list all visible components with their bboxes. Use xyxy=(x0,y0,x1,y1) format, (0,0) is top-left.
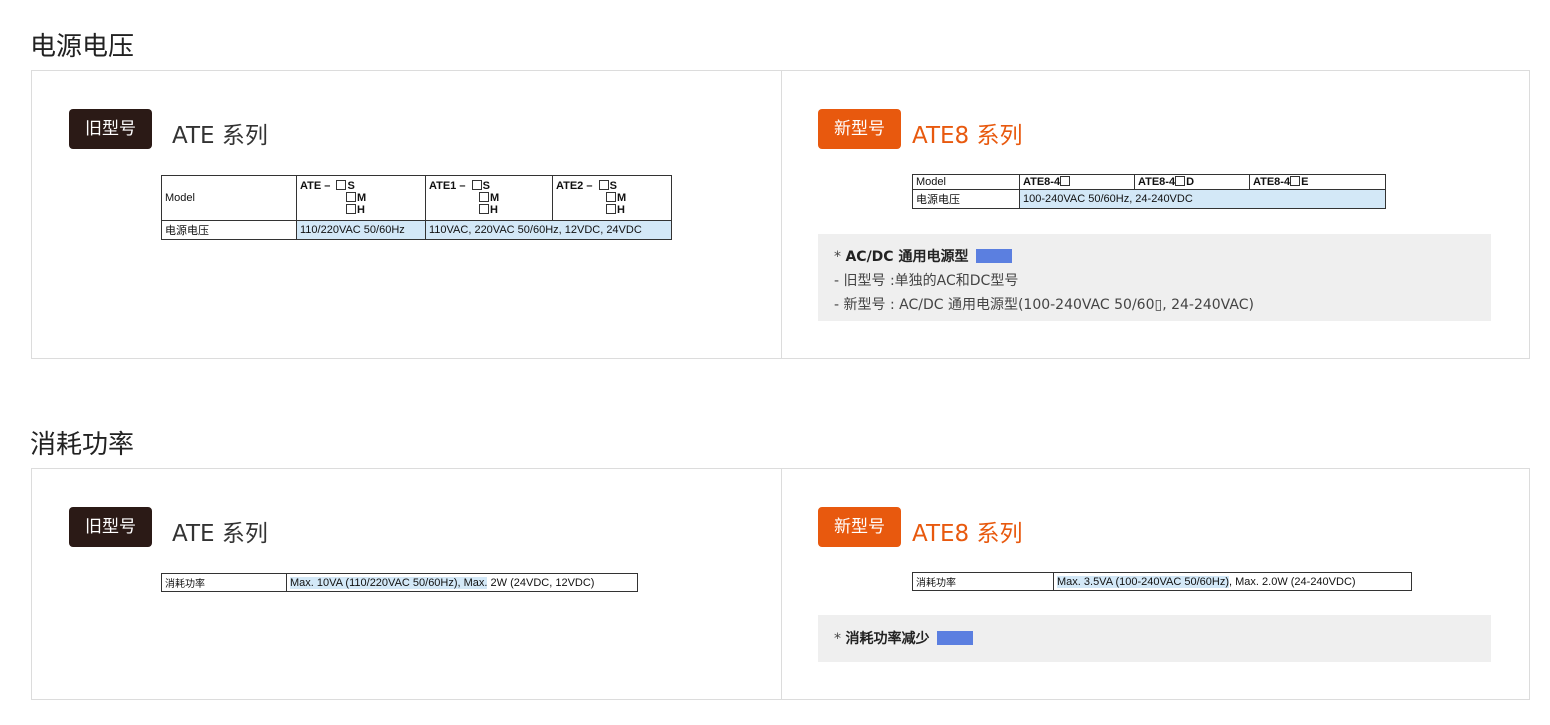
consumption-value: Max. 3.5VA (100-240VAC 50/60Hz), Max. 2.… xyxy=(1053,572,1412,591)
model-label: Model xyxy=(161,175,297,221)
note-bullet: * xyxy=(834,249,841,265)
new-model-badge: 新型号 xyxy=(818,507,901,547)
table-row: 电源电压 110/220VAC 50/60Hz 110VAC, 220VAC 5… xyxy=(161,220,672,240)
voltage-value: 110/220VAC 50/60Hz xyxy=(296,220,426,240)
section-title-power-voltage: 电源电压 xyxy=(30,32,135,62)
old-series-title: ATE 系列 xyxy=(172,123,268,149)
row-label: 消耗功率 xyxy=(912,572,1054,591)
checkbox-icon xyxy=(479,192,489,202)
checkbox-icon xyxy=(606,192,616,202)
row-label: 电源电压 xyxy=(161,220,297,240)
model-column: ATE8-4 D xyxy=(1134,174,1250,190)
checkbox-icon xyxy=(1175,176,1186,186)
consumption-note: * 消耗功率减少 xyxy=(818,615,1491,662)
old-model-column: 旧型号 ATE 系列 消耗功率 Max. 10VA (110/220VAC 50… xyxy=(32,469,782,699)
color-swatch xyxy=(937,631,974,645)
checkbox-icon xyxy=(346,204,356,214)
old-model-badge: 旧型号 xyxy=(69,109,152,149)
power-consumption-panel: 旧型号 ATE 系列 消耗功率 Max. 10VA (110/220VAC 50… xyxy=(31,468,1530,700)
voltage-value: 110VAC, 220VAC 50/60Hz, 12VDC, 24VDC xyxy=(425,220,672,240)
old-voltage-table: Model ATE – S M H ATE1 – S M H ATE2 – S … xyxy=(161,175,672,240)
note-head: 消耗功率减少 xyxy=(845,631,930,647)
model-column: ATE – S M H xyxy=(296,175,426,221)
ac-dc-note: * AC/DC 通用电源型 - 旧型号 :单独的AC和DC型号 - 新型号 : … xyxy=(818,234,1491,321)
checkbox-icon xyxy=(346,192,356,202)
new-model-column: 新型号 ATE8 系列 消耗功率 Max. 3.5VA (100-240VAC … xyxy=(781,469,1529,699)
checkbox-icon xyxy=(471,180,482,190)
new-voltage-table: Model ATE8-4 ATE8-4 D ATE8-4 E 电源电压 100-24… xyxy=(912,174,1386,209)
note-line: - 新型号 : AC/DC 通用电源型(100-240VAC 50/60▯, 2… xyxy=(834,297,1254,313)
voltage-value: 100-240VAC 50/60Hz, 24-240VDC xyxy=(1019,189,1386,209)
consumption-value: Max. 10VA (110/220VAC 50/60Hz), Max. 2W … xyxy=(286,573,638,592)
checkbox-icon xyxy=(479,204,489,214)
new-consumption-table: 消耗功率 Max. 3.5VA (100-240VAC 50/60Hz), Ma… xyxy=(912,572,1412,591)
note-bullet: * xyxy=(834,631,841,647)
old-model-column: 旧型号 ATE 系列 Model ATE – S M H ATE1 – S M … xyxy=(32,71,782,358)
old-model-badge: 旧型号 xyxy=(69,507,152,547)
checkbox-icon xyxy=(598,180,609,190)
new-model-column: 新型号 ATE8 系列 Model ATE8-4 ATE8-4 D ATE8-4 E… xyxy=(781,71,1529,358)
model-column: ATE1 – S M H xyxy=(425,175,553,221)
checkbox-icon xyxy=(1290,176,1301,186)
row-label: 电源电压 xyxy=(912,189,1020,209)
row-label: 消耗功率 xyxy=(161,573,287,592)
color-swatch xyxy=(976,249,1013,263)
model-column: ATE8-4 xyxy=(1019,174,1135,190)
power-voltage-panel: 旧型号 ATE 系列 Model ATE – S M H ATE1 – S M … xyxy=(31,70,1530,359)
model-column: ATE8-4 E xyxy=(1249,174,1386,190)
checkbox-icon xyxy=(1060,176,1071,186)
table-row: Model ATE8-4 ATE8-4 D ATE8-4 E xyxy=(912,174,1386,190)
table-row: Model ATE – S M H ATE1 – S M H ATE2 – S … xyxy=(161,175,672,221)
table-row: 电源电压 100-240VAC 50/60Hz, 24-240VDC xyxy=(912,189,1386,209)
model-label: Model xyxy=(912,174,1020,190)
new-model-badge: 新型号 xyxy=(818,109,901,149)
note-line: - 旧型号 :单独的AC和DC型号 xyxy=(834,273,1019,289)
old-series-title: ATE 系列 xyxy=(172,521,268,547)
new-series-title: ATE8 系列 xyxy=(912,521,1023,547)
section-title-power-consumption: 消耗功率 xyxy=(30,430,135,460)
checkbox-icon xyxy=(336,180,347,190)
old-consumption-table: 消耗功率 Max. 10VA (110/220VAC 50/60Hz), Max… xyxy=(161,573,638,592)
table-row: 消耗功率 Max. 3.5VA (100-240VAC 50/60Hz), Ma… xyxy=(912,572,1412,591)
checkbox-icon xyxy=(606,204,616,214)
model-column: ATE2 – S M H xyxy=(552,175,672,221)
table-row: 消耗功率 Max. 10VA (110/220VAC 50/60Hz), Max… xyxy=(161,573,638,592)
note-head: AC/DC 通用电源型 xyxy=(845,249,969,265)
new-series-title: ATE8 系列 xyxy=(912,123,1023,149)
